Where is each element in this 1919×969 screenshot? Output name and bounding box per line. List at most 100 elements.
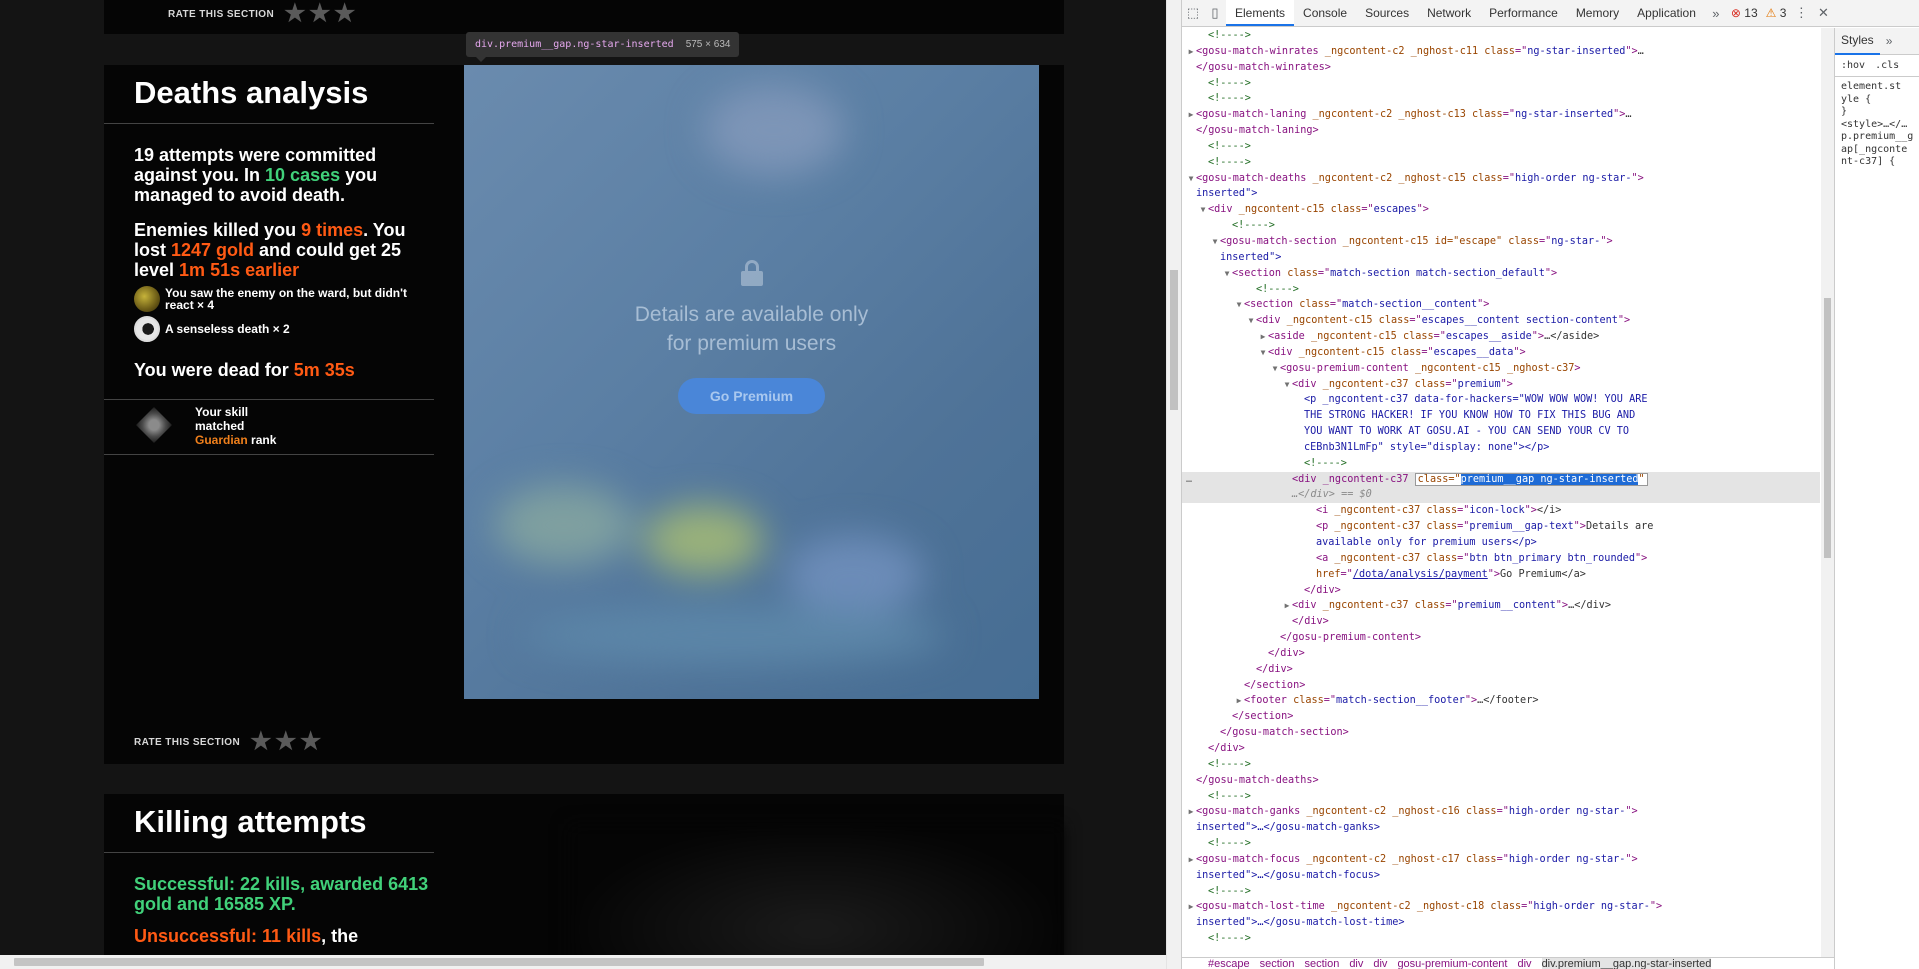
- dom-node-line[interactable]: cEBnb3N1LmFp" style="display: none"></p>: [1182, 440, 1820, 456]
- expand-triangle-icon[interactable]: ▶: [1186, 107, 1196, 123]
- breadcrumb-item[interactable]: section: [1304, 958, 1339, 969]
- dom-node-line[interactable]: ▼ <gosu-match-section _ngcontent-c15 id="…: [1182, 234, 1820, 250]
- dom-node-line[interactable]: <p _ngcontent-c37 data-for-hackers="WOW …: [1182, 392, 1820, 408]
- expand-triangle-icon[interactable]: ▼: [1258, 345, 1268, 361]
- dom-node-line[interactable]: <!---->: [1182, 884, 1820, 900]
- star-icon[interactable]: ★: [275, 730, 297, 754]
- dom-node-line[interactable]: ▶ <aside _ngcontent-c15 class="escapes__a…: [1182, 329, 1820, 345]
- attribute-editor[interactable]: class="premium__gap ng-star-inserted": [1414, 472, 1648, 486]
- dom-node-line[interactable]: <a _ngcontent-c37 class="btn btn_primary…: [1182, 551, 1820, 567]
- breadcrumb-item[interactable]: div: [1373, 958, 1387, 969]
- expand-triangle-icon[interactable]: ▼: [1246, 313, 1256, 329]
- dom-node-line[interactable]: ▶ <gosu-match-lost-time _ngcontent-c2 _ng…: [1182, 899, 1820, 915]
- dom-node-line[interactable]: ▶ <gosu-match-winrates _ngcontent-c2 _ngh…: [1182, 44, 1820, 60]
- scrollbar-thumb[interactable]: [1824, 298, 1831, 558]
- breadcrumb-item[interactable]: div.premium__gap.ng-star-inserted: [1541, 958, 1712, 969]
- error-counter[interactable]: ⊗ 13: [1727, 0, 1762, 26]
- dom-node-line[interactable]: </section>: [1182, 709, 1820, 725]
- dom-node-line[interactable]: ▼ <div _ngcontent-c37 class="premium">: [1182, 377, 1820, 393]
- dom-node-line[interactable]: ▼ <div _ngcontent-c15 class="escapes__con…: [1182, 313, 1820, 329]
- dom-node-line[interactable]: <!---->: [1182, 218, 1820, 234]
- star-icon[interactable]: ★: [334, 2, 356, 26]
- tab-console[interactable]: Console: [1294, 0, 1356, 26]
- dom-node-line[interactable]: </div>: [1182, 741, 1820, 757]
- dom-node-line[interactable]: ▶ <div _ngcontent-c37 class="premium__con…: [1182, 598, 1820, 614]
- dom-node-line[interactable]: ▼ <section class="match-section match-sec…: [1182, 266, 1820, 282]
- star-icon[interactable]: ★: [300, 730, 322, 754]
- dom-node-line[interactable]: ▼ <div _ngcontent-c15 class="escapes">: [1182, 202, 1820, 218]
- dom-node-line[interactable]: ▼ <section class="match-section__content"…: [1182, 297, 1820, 313]
- star-icon[interactable]: ★: [284, 2, 306, 26]
- dom-node-line[interactable]: <!---->: [1182, 28, 1820, 44]
- dom-node-line[interactable]: <!---->: [1182, 757, 1820, 773]
- dom-node-line[interactable]: inserted">…</gosu-match-focus>: [1182, 868, 1820, 884]
- dom-tree[interactable]: <!----> ▶ <gosu-match-winrates _ngcontent-…: [1182, 28, 1820, 957]
- go-premium-button[interactable]: Go Premium: [677, 378, 826, 414]
- breadcrumb-item[interactable]: section: [1260, 958, 1295, 969]
- dom-node-line[interactable]: <p _ngcontent-c37 class="premium__gap-te…: [1182, 519, 1820, 535]
- dom-node-line[interactable]: </gosu-match-winrates>: [1182, 60, 1820, 76]
- dom-node-line[interactable]: <!---->: [1182, 456, 1820, 472]
- expand-triangle-icon[interactable]: ▼: [1270, 361, 1280, 377]
- dom-node-line[interactable]: ▼ <gosu-premium-content _ngcontent-c15 _n…: [1182, 361, 1820, 377]
- expand-triangle-icon[interactable]: ▼: [1210, 234, 1220, 250]
- kebab-menu-icon[interactable]: ⋮: [1790, 0, 1812, 26]
- dom-node-line[interactable]: inserted">…</gosu-match-lost-time>: [1182, 915, 1820, 931]
- dom-node-line[interactable]: </div>: [1182, 662, 1820, 678]
- dom-node-line[interactable]: </gosu-premium-content>: [1182, 630, 1820, 646]
- dom-node-line[interactable]: <!---->: [1182, 931, 1820, 947]
- expand-triangle-icon[interactable]: ▼: [1282, 377, 1292, 393]
- hov-toggle[interactable]: :hov: [1841, 60, 1865, 71]
- expand-triangle-icon[interactable]: ▶: [1186, 852, 1196, 868]
- dom-node-line[interactable]: <!---->: [1182, 282, 1820, 298]
- expand-triangle-icon[interactable]: ▶: [1234, 693, 1244, 709]
- scrollbar-thumb[interactable]: [14, 958, 984, 966]
- breadcrumb-item[interactable]: div: [1518, 958, 1532, 969]
- tab-network[interactable]: Network: [1418, 0, 1480, 26]
- tab-memory[interactable]: Memory: [1567, 0, 1628, 26]
- dom-node-line[interactable]: …</div> == $0: [1182, 487, 1820, 504]
- rating-stars[interactable]: ★ ★ ★: [284, 2, 359, 26]
- dom-node-line[interactable]: </div>: [1182, 614, 1820, 630]
- dom-node-line[interactable]: <!---->: [1182, 836, 1820, 852]
- star-icon[interactable]: ★: [309, 2, 331, 26]
- star-icon[interactable]: ★: [250, 730, 272, 754]
- dom-node-line[interactable]: </section>: [1182, 678, 1820, 694]
- dom-node-line[interactable]: THE STRONG HACKER! IF YOU KNOW HOW TO FI…: [1182, 408, 1820, 424]
- dom-node-line[interactable]: </div>: [1182, 646, 1820, 662]
- tab-sources[interactable]: Sources: [1356, 0, 1418, 26]
- dom-node-line[interactable]: ▶ <gosu-match-laning _ngcontent-c2 _nghos…: [1182, 107, 1820, 123]
- dom-node-line[interactable]: … <div _ngcontent-c37 class="premium__gap…: [1182, 471, 1820, 488]
- breadcrumb-item[interactable]: #escape: [1208, 958, 1250, 969]
- dom-node-line[interactable]: ▶ <gosu-match-ganks _ngcontent-c2 _nghost…: [1182, 804, 1820, 820]
- dom-node-line[interactable]: YOU WANT TO WORK AT GOSU.AI - YOU CAN SE…: [1182, 424, 1820, 440]
- dom-node-line[interactable]: </div>: [1182, 583, 1820, 599]
- expand-triangle-icon[interactable]: ▶: [1282, 598, 1292, 614]
- dom-node-line[interactable]: ▼ <div _ngcontent-c15 class="escapes__dat…: [1182, 345, 1820, 361]
- expand-triangle-icon[interactable]: ▼: [1234, 297, 1244, 313]
- dom-node-line[interactable]: </gosu-match-section>: [1182, 725, 1820, 741]
- tab-performance[interactable]: Performance: [1480, 0, 1567, 26]
- dom-node-line[interactable]: <!---->: [1182, 155, 1820, 171]
- dom-node-line[interactable]: <i _ngcontent-c37 class="icon-lock"></i>: [1182, 503, 1820, 519]
- expand-triangle-icon[interactable]: ▼: [1186, 171, 1196, 187]
- more-tabs-icon[interactable]: »: [1705, 0, 1727, 26]
- expand-triangle-icon[interactable]: ▼: [1198, 202, 1208, 218]
- dom-node-line[interactable]: </gosu-match-laning>: [1182, 123, 1820, 139]
- breadcrumb-item[interactable]: gosu-premium-content: [1397, 958, 1507, 969]
- expand-triangle-icon[interactable]: ▶: [1186, 804, 1196, 820]
- scrollbar-thumb[interactable]: [1170, 270, 1178, 410]
- dom-node-line[interactable]: <!---->: [1182, 91, 1820, 107]
- dom-node-line[interactable]: href="/dota/analysis/payment">Go Premium…: [1182, 567, 1820, 583]
- warning-counter[interactable]: ⚠ 3: [1762, 0, 1791, 26]
- breadcrumb-item[interactable]: div: [1349, 958, 1363, 969]
- close-icon[interactable]: ✕: [1812, 0, 1834, 26]
- dom-node-line[interactable]: <!---->: [1182, 139, 1820, 155]
- dom-node-line[interactable]: available only for premium users</p>: [1182, 535, 1820, 551]
- device-toolbar-icon[interactable]: ▯: [1204, 0, 1226, 26]
- dom-node-line[interactable]: <!---->: [1182, 789, 1820, 805]
- expand-triangle-icon[interactable]: ▶: [1186, 899, 1196, 915]
- dom-node-line[interactable]: inserted">: [1182, 186, 1820, 202]
- tab-application[interactable]: Application: [1628, 0, 1705, 26]
- expand-triangle-icon[interactable]: ▶: [1258, 329, 1268, 345]
